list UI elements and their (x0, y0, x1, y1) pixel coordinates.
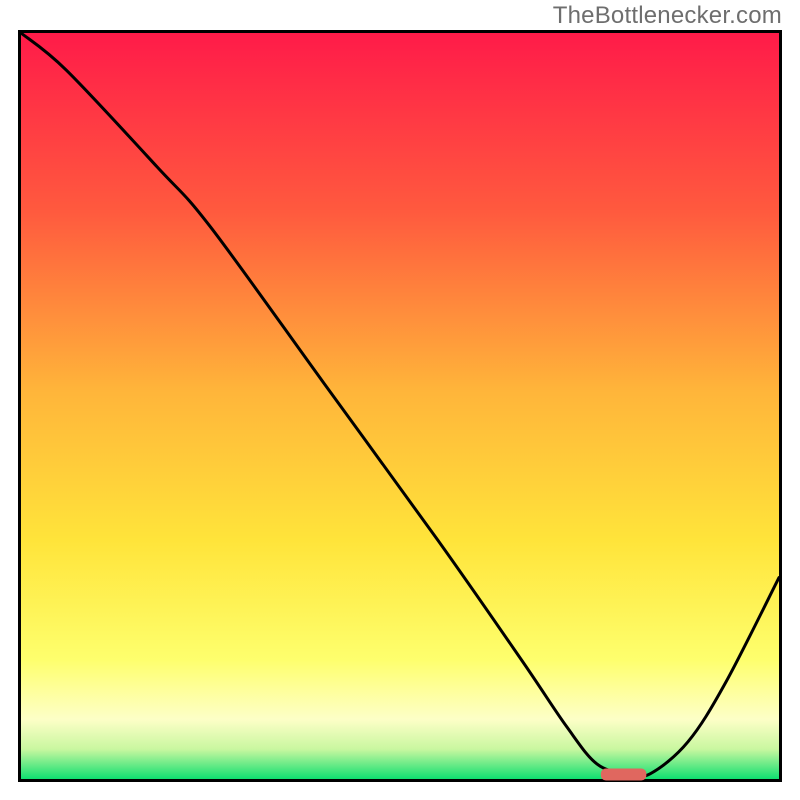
attribution-label: TheBottlenecker.com (553, 2, 782, 30)
plot-svg (18, 30, 782, 782)
gradient-background (21, 33, 779, 779)
chart-container: TheBottlenecker.com (0, 0, 800, 800)
optimal-marker (601, 769, 646, 781)
